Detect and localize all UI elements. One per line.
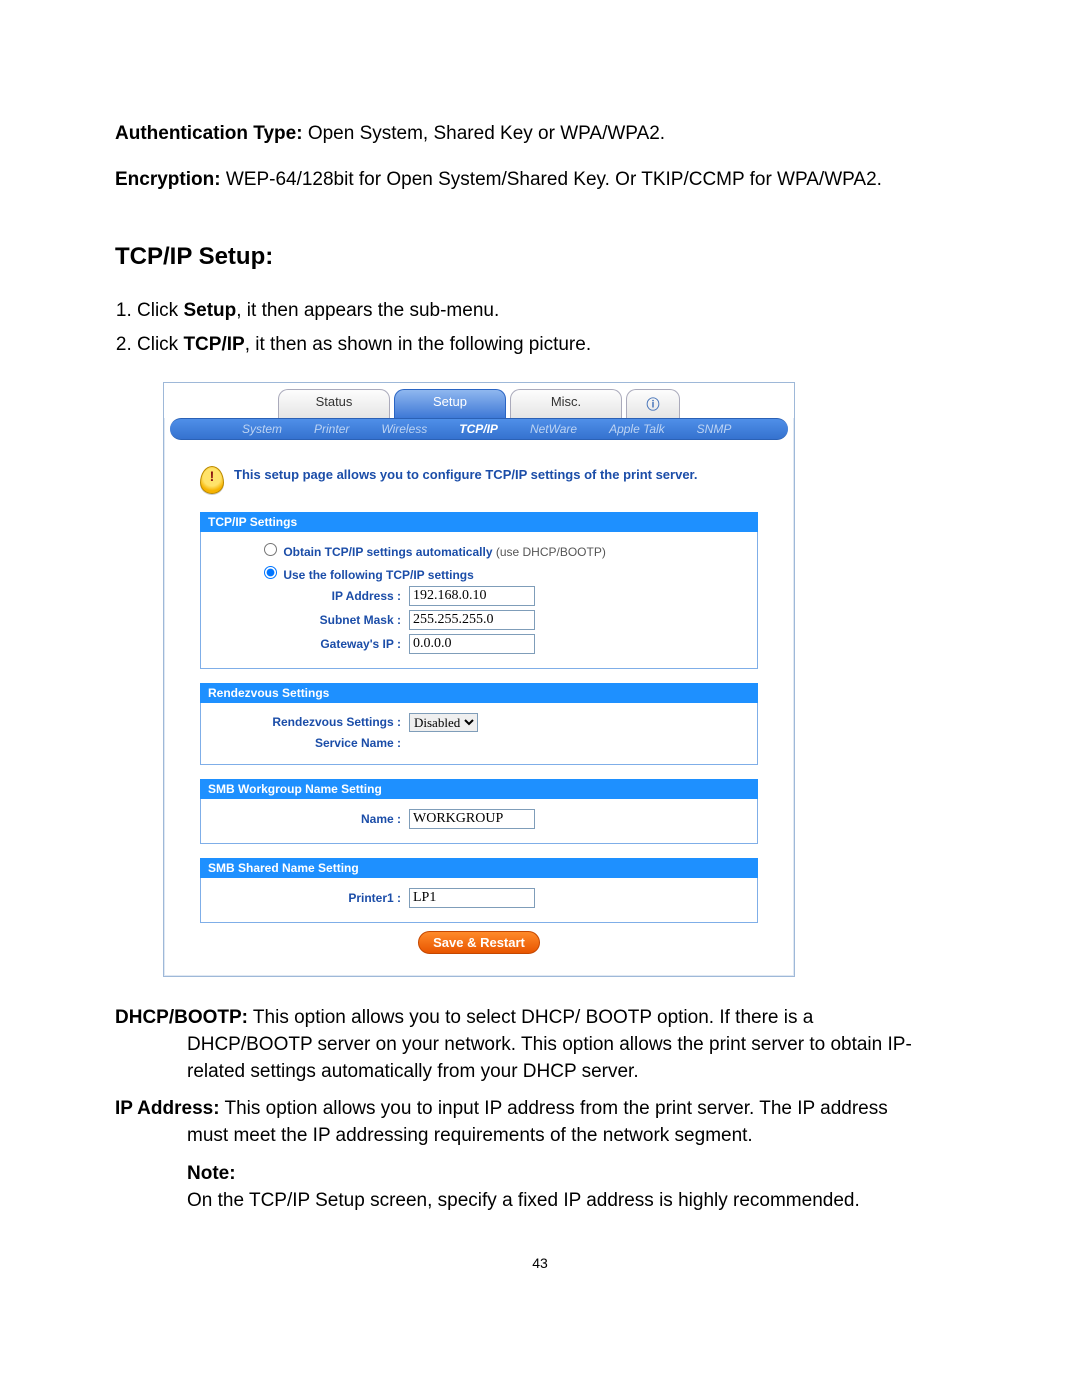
- save-restart-button[interactable]: Save & Restart: [418, 931, 540, 954]
- tab-setup[interactable]: Setup: [394, 389, 506, 418]
- main-tab-bar: Status Setup Misc. ⓘ: [164, 383, 794, 418]
- radio-auto-hint: (use DHCP/BOOTP): [493, 545, 606, 559]
- step-list: Click Setup, it then appears the sub-men…: [137, 295, 965, 362]
- group-header-tcpip: TCP/IP Settings: [200, 512, 758, 532]
- group-body-smb-shared: Printer1 :: [200, 878, 758, 923]
- label-workgroup-name: Name :: [211, 812, 409, 826]
- text-encryption: WEP-64/128bit for Open System/Shared Key…: [221, 169, 882, 190]
- input-subnet-mask[interactable]: [409, 610, 535, 630]
- radio-manual-label: Use the following TCP/IP settings: [283, 568, 473, 582]
- label-encryption: Encryption:: [115, 169, 221, 190]
- group-body-tcpip: Obtain TCP/IP settings automatically (us…: [200, 532, 758, 669]
- tab-status[interactable]: Status: [278, 389, 390, 418]
- section-heading-tcpip: TCP/IP Setup:: [115, 243, 965, 271]
- page-number: 43: [115, 1255, 965, 1271]
- radio-auto[interactable]: Obtain TCP/IP settings automatically (us…: [259, 540, 747, 559]
- group-header-smb-shared: SMB Shared Name Setting: [200, 858, 758, 878]
- subtab-snmp[interactable]: SNMP: [695, 421, 734, 437]
- label-auth-type: Authentication Type:: [115, 123, 303, 144]
- intro-text: This setup page allows you to configure …: [234, 466, 698, 484]
- tab-info-icon[interactable]: ⓘ: [626, 389, 680, 418]
- step-1: Click Setup, it then appears the sub-men…: [137, 295, 965, 327]
- subtab-wireless[interactable]: Wireless: [379, 421, 429, 437]
- desc-dhcp-line1: This option allows you to select DHCP/ B…: [248, 1007, 813, 1028]
- text-auth-type: Open System, Shared Key or WPA/WPA2.: [303, 123, 666, 144]
- para-auth: Authentication Type: Open System, Shared…: [115, 120, 965, 148]
- sub-tab-bar: System Printer Wireless TCP/IP NetWare A…: [170, 418, 788, 440]
- label-gateway-ip: Gateway's IP :: [211, 637, 409, 651]
- label-ip-address: IP Address :: [211, 589, 409, 603]
- group-header-smb-workgroup: SMB Workgroup Name Setting: [200, 779, 758, 799]
- radio-auto-input[interactable]: [264, 543, 277, 556]
- note-text: On the TCP/IP Setup screen, specify a fi…: [187, 1187, 965, 1215]
- intro-row: This setup page allows you to configure …: [200, 466, 758, 494]
- radio-auto-label: Obtain TCP/IP settings automatically: [283, 545, 492, 559]
- radio-manual-input[interactable]: [264, 566, 277, 579]
- input-printer1[interactable]: [409, 888, 535, 908]
- desc-dhcp-label: DHCP/BOOTP:: [115, 1007, 248, 1028]
- subtab-system[interactable]: System: [240, 421, 284, 437]
- select-rendezvous[interactable]: Disabled: [409, 713, 478, 732]
- subtab-printer[interactable]: Printer: [312, 421, 351, 437]
- document-page: Authentication Type: Open System, Shared…: [0, 0, 1080, 1311]
- tab-misc[interactable]: Misc.: [510, 389, 622, 418]
- subtab-netware[interactable]: NetWare: [528, 421, 579, 437]
- note-label: Note:: [187, 1160, 965, 1188]
- label-subnet-mask: Subnet Mask :: [211, 613, 409, 627]
- label-printer1: Printer1 :: [211, 891, 409, 905]
- desc-dhcp-line2: DHCP/BOOTP server on your network. This …: [115, 1032, 965, 1086]
- subtab-appletalk[interactable]: Apple Talk: [607, 421, 667, 437]
- warning-icon: [200, 466, 224, 494]
- para-encryption: Encryption: WEP-64/128bit for Open Syste…: [115, 166, 965, 194]
- input-ip-address[interactable]: [409, 586, 535, 606]
- input-gateway-ip[interactable]: [409, 634, 535, 654]
- label-rendezvous: Rendezvous Settings :: [211, 715, 409, 729]
- desc-ip-line2: must meet the IP addressing requirements…: [115, 1123, 965, 1150]
- embedded-ui-body: This setup page allows you to configure …: [164, 440, 794, 976]
- radio-manual[interactable]: Use the following TCP/IP settings: [259, 563, 747, 582]
- subtab-tcpip[interactable]: TCP/IP: [457, 421, 500, 437]
- desc-ip-label: IP Address:: [115, 1098, 220, 1119]
- desc-dhcp: DHCP/BOOTP: This option allows you to se…: [115, 1005, 965, 1086]
- group-header-rendezvous: Rendezvous Settings: [200, 683, 758, 703]
- desc-ip-line1: This option allows you to input IP addre…: [220, 1098, 888, 1119]
- embedded-ui: Status Setup Misc. ⓘ System Printer Wire…: [163, 382, 795, 977]
- input-workgroup-name[interactable]: [409, 809, 535, 829]
- label-service-name: Service Name :: [211, 736, 409, 750]
- step-2: Click TCP/IP, it then as shown in the fo…: [137, 329, 965, 361]
- note-block: Note: On the TCP/IP Setup screen, specif…: [115, 1160, 965, 1215]
- group-body-rendezvous: Rendezvous Settings : Disabled Service N…: [200, 703, 758, 765]
- group-body-smb-workgroup: Name :: [200, 799, 758, 844]
- desc-ip: IP Address: This option allows you to in…: [115, 1096, 965, 1150]
